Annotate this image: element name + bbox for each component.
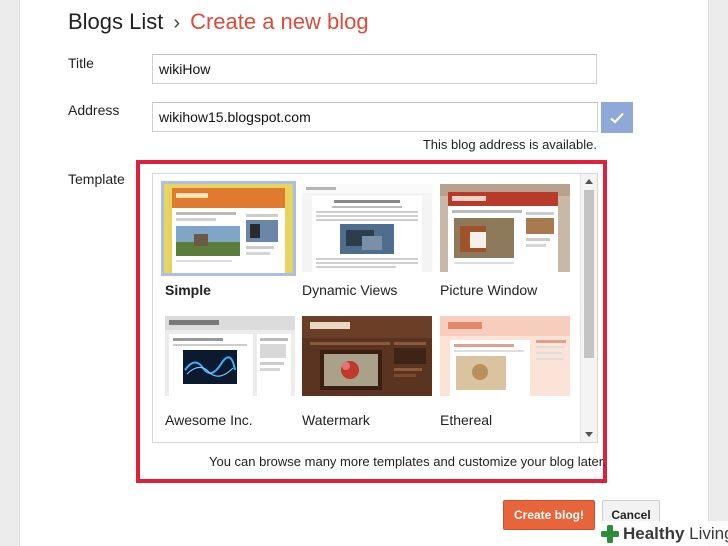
scroll-down-arrow-icon[interactable] [585,432,593,437]
browse-templates-note: You can browse many more templates and c… [209,454,606,469]
template-thumbnail-ethereal [440,316,570,396]
template-label: Template [68,171,125,187]
healthy-living-text: Healthy Living [623,523,728,543]
template-name-watermark: Watermark [302,412,370,428]
checkmark-icon [610,112,624,124]
breadcrumb-blogs-list-link[interactable]: Blogs List [68,9,163,34]
template-thumbnail-watermark [302,316,432,396]
title-label: Title [68,55,94,71]
address-input[interactable]: wikihow15.blogspot.com [152,102,598,132]
page-title: Create a new blog [190,9,369,34]
address-check-button[interactable] [601,102,633,133]
template-thumbnail-picture-window [440,184,570,272]
address-label: Address [68,102,120,118]
template-name-awesome-inc: Awesome Inc. [165,412,253,428]
template-name-ethereal: Ethereal [440,412,493,428]
picture-window-template-preview [440,184,570,272]
ethereal-template-preview [440,316,570,396]
dynamic-views-template-preview [302,184,432,272]
template-gallery: Simple Dynamic Views Picture Window Awes… [152,173,598,443]
template-name-picture-window: Picture Window [440,282,538,298]
simple-template-preview [164,184,293,273]
breadcrumb-separator: › [173,12,181,34]
scroll-up-arrow-icon[interactable] [585,179,593,184]
scroll-thumb[interactable] [584,190,594,358]
awesome-inc-template-preview [165,316,295,396]
title-input[interactable]: wikiHow [152,54,597,84]
watermark-template-preview [302,316,432,396]
template-thumbnail-awesome-inc [165,316,295,396]
left-frame [0,0,20,546]
healthy-living-watermark: Healthy Living [596,521,728,546]
availability-message: This blog address is available. [422,137,597,152]
breadcrumb: Blogs List › Create a new blog [68,8,369,37]
template-thumbnail-dynamic-views [302,184,432,272]
template-name-simple: Simple [165,282,211,298]
create-blog-button[interactable]: Create blog! [503,500,595,530]
right-frame [708,0,728,546]
template-thumbnail-simple [161,181,296,276]
plus-leaf-icon [601,524,619,543]
template-name-dynamic-views: Dynamic Views [302,282,398,298]
template-gallery-scrollbar[interactable] [580,174,597,442]
